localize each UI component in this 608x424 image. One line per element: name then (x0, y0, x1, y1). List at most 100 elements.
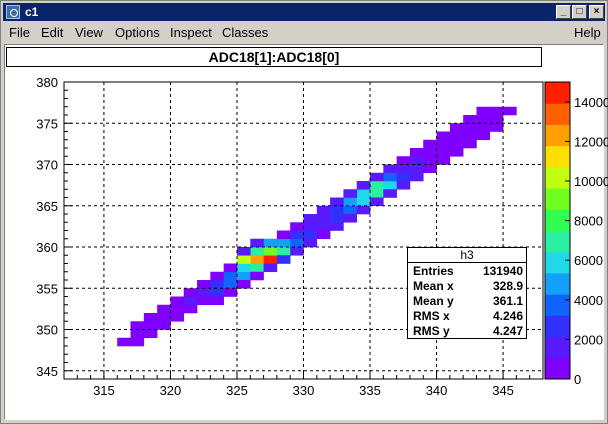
heatmap-cell (343, 214, 358, 223)
color-scale-label: 8000 (574, 214, 603, 229)
stats-value: 131940 (482, 264, 523, 278)
heatmap-cell (250, 263, 264, 273)
heatmap-cell (276, 230, 291, 240)
heatmap-cell (263, 238, 278, 248)
color-scale-segment (545, 145, 570, 168)
x-tick-label: 315 (93, 383, 115, 398)
heatmap-cell (476, 123, 491, 132)
color-scale-segment (545, 357, 570, 380)
heatmap-cell (303, 238, 318, 248)
heatmap-cell (356, 189, 371, 198)
heatmap-cell (223, 263, 238, 273)
color-scale-segment (545, 124, 570, 147)
color-scale-segment (545, 272, 570, 295)
heatmap-cell (436, 148, 451, 157)
heatmap-cell (210, 271, 224, 281)
stats-value: 4.246 (492, 309, 523, 323)
heatmap-cell (423, 164, 437, 174)
heatmap-cell (449, 123, 464, 132)
heatmap-cell (197, 296, 211, 306)
heatmap-cell (409, 148, 424, 157)
heatmap-cell (263, 263, 278, 273)
heatmap-cell (356, 205, 371, 215)
color-scale-segment (545, 315, 570, 338)
heatmap-cell (316, 222, 331, 231)
heatmap-cell (236, 280, 251, 289)
heatmap-cell (449, 139, 464, 149)
heatmap-cell (290, 238, 304, 248)
heatmap-cell (330, 214, 344, 223)
heatmap-cell (183, 288, 198, 297)
heatmap-cell (210, 296, 224, 306)
heatmap-cell (157, 321, 171, 330)
heatmap-cell (157, 313, 171, 322)
heatmap-cell (117, 337, 131, 347)
color-scale-segment (545, 294, 570, 316)
heatmap-cell (370, 197, 384, 207)
heatmap-cell (290, 230, 304, 240)
heatmap-cell (223, 271, 238, 281)
heatmap-cell (276, 255, 291, 264)
y-tick-label: 365 (36, 199, 58, 214)
heatmap-cell (170, 304, 185, 314)
x-tick-label: 330 (293, 383, 315, 398)
heatmap-cell (236, 247, 251, 256)
color-scale-label: 10000 (574, 174, 608, 189)
heatmap-cell (409, 164, 424, 174)
color-scale-label: 4000 (574, 293, 603, 308)
y-tick-label: 360 (36, 240, 58, 255)
heatmap-cell (210, 288, 224, 297)
heatmap-cell (170, 313, 185, 322)
heatmap-cell (489, 115, 504, 124)
heatmap-cell (143, 313, 158, 322)
heatmap-cell (476, 131, 491, 141)
stats-label: Entries (413, 264, 454, 278)
y-tick-label: 375 (36, 116, 58, 131)
heatmap-cell (130, 321, 145, 330)
heatmap-cell (223, 288, 238, 297)
heatmap-cell (330, 197, 344, 207)
heatmap-cell (316, 205, 331, 215)
y-tick-label: 345 (36, 364, 58, 379)
heatmap-cell (263, 247, 278, 256)
x-tick-label: 340 (426, 383, 448, 398)
heatmap-cell (197, 280, 211, 289)
heatmap-cell (276, 238, 291, 248)
heatmap-cell (383, 181, 397, 190)
stats-label: RMS y (413, 324, 450, 338)
heatmap-cell (170, 296, 185, 306)
heatmap-cell (396, 172, 411, 182)
heatmap-cell (423, 139, 437, 149)
heatmap-cell (316, 230, 331, 240)
color-scale-label: 6000 (574, 253, 603, 268)
heatmap-cell (343, 205, 358, 215)
heatmap-cell (383, 164, 397, 174)
heatmap-cell (476, 106, 491, 116)
heatmap-cell (383, 172, 397, 182)
stats-box[interactable]: h3 Entries 131940 Mean x 328.9 Mean y 36… (407, 247, 527, 339)
heatmap-cell (383, 189, 397, 198)
heatmap-cell (503, 106, 517, 116)
heatmap-cell (223, 280, 238, 289)
heatmap-cell (476, 115, 491, 124)
heatmap-cell (130, 337, 145, 347)
heatmap-chart[interactable]: 315 320 325 330 335 340 345 345 350 355 360 365 370 3… (0, 0, 608, 424)
heatmap-cell (276, 247, 291, 256)
heatmap-cell (356, 181, 371, 190)
stats-label: Mean y (413, 294, 454, 308)
color-scale-segment (545, 251, 570, 274)
heatmap-cell (250, 238, 264, 248)
heatmap-cell (290, 247, 304, 256)
heatmap-cell (489, 123, 504, 132)
stats-row: Entries 131940 (413, 264, 523, 279)
heatmap-cell (463, 131, 477, 141)
heatmap-cell (436, 131, 451, 141)
stats-row: RMS y 4.247 (413, 324, 523, 339)
stats-title: h3 (408, 248, 526, 263)
heatmap-cell (263, 255, 278, 264)
heatmap-cell (197, 288, 211, 297)
heatmap-cell (396, 156, 411, 165)
heatmap-cell (370, 189, 384, 198)
heatmap-cell (489, 106, 504, 116)
heatmap-cell (157, 304, 171, 314)
